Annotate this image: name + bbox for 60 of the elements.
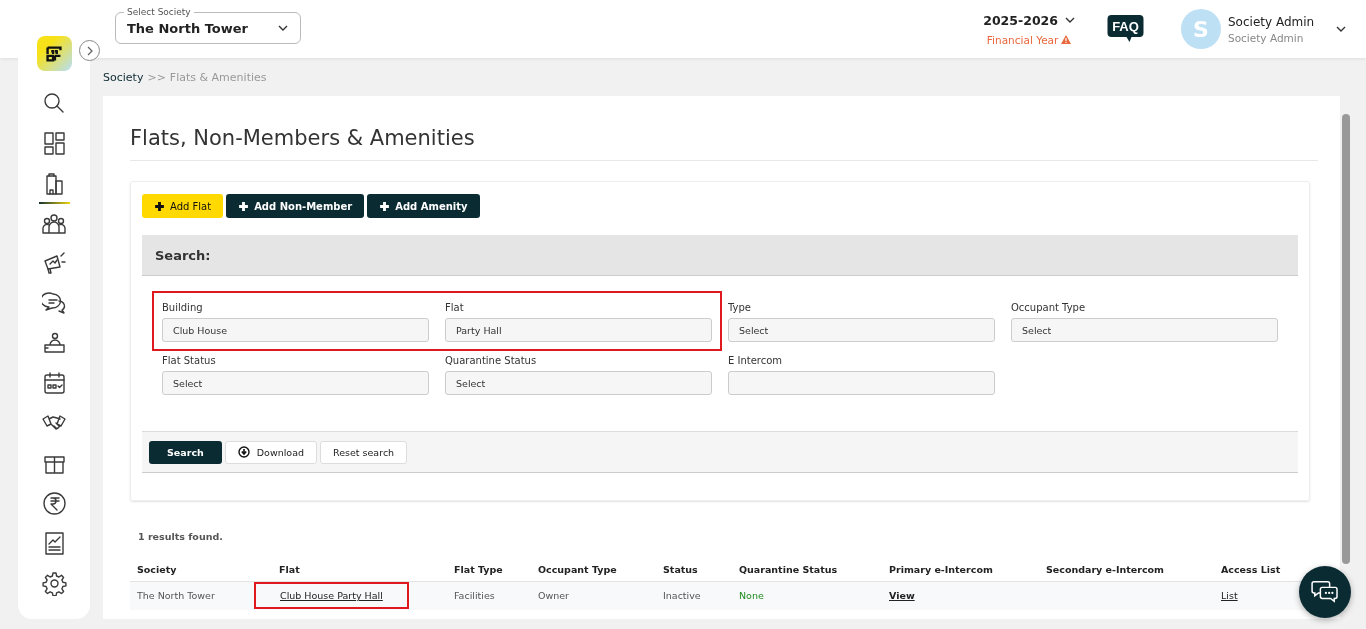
search-title: Search:: [155, 247, 211, 263]
table-cell: Inactive: [663, 590, 701, 602]
input-field[interactable]: [728, 371, 995, 395]
financial-year-label: Financial Year: [986, 33, 1059, 46]
plus-icon: [379, 200, 391, 212]
results-count: 1 results found.: [137, 530, 224, 544]
user-name: Society Admin: [1228, 14, 1316, 29]
table-cell: The North Tower: [137, 590, 215, 602]
field-label: Occupant Type: [1011, 302, 1087, 313]
column-header: Primary e-Intercom: [882, 564, 1039, 582]
column-header: Secondary e-Intercom: [1039, 564, 1214, 582]
user-role: Society Admin: [1228, 31, 1305, 44]
field-label: Select Society: [124, 6, 194, 18]
breadcrumb-text: Flats & Amenities: [169, 70, 267, 84]
input-field[interactable]: Select: [445, 371, 712, 395]
table-link[interactable]: List: [1221, 590, 1238, 602]
column-header: Occupant Type: [531, 564, 656, 582]
add-button[interactable]: Add Flat: [142, 194, 224, 218]
field-label: Flat Status: [162, 355, 217, 366]
download-icon: [237, 446, 250, 458]
field-label: Flat: [445, 302, 465, 313]
page-title: Flats, Non-Members & Amenities: [130, 96, 1318, 161]
select-value: The North Tower: [127, 20, 249, 36]
column-header: Quarantine Status: [732, 564, 882, 582]
table-link[interactable]: View: [889, 590, 915, 602]
plus-icon: [238, 200, 250, 212]
field-label: Type: [728, 302, 752, 313]
chevron-icon[interactable]: [1336, 26, 1346, 32]
download-button[interactable]: Download: [224, 440, 317, 464]
chat-icon: [1311, 580, 1339, 604]
column-header: Flat Type: [447, 564, 531, 582]
add-button[interactable]: Add Non-Member: [226, 194, 365, 218]
search-button[interactable]: Search: [149, 440, 222, 464]
warning-icon: [1061, 35, 1072, 44]
table-cell: Owner: [538, 590, 570, 602]
reset-button[interactable]: Reset search: [320, 440, 408, 464]
input-field[interactable]: Select: [728, 318, 995, 342]
input-field[interactable]: Select: [162, 371, 429, 395]
field-label: Building: [162, 302, 204, 313]
input-field[interactable]: Select: [1011, 318, 1278, 342]
add-button[interactable]: Add Amenity: [367, 194, 480, 218]
field-label: E Intercom: [728, 355, 784, 366]
input-field[interactable]: Club House: [162, 318, 429, 342]
table-cell: Facilities: [454, 590, 495, 602]
faq-icon[interactable]: FAQ: [1107, 15, 1144, 43]
app-logo[interactable]: [36, 36, 72, 71]
input-field[interactable]: Party Hall: [445, 318, 712, 342]
breadcrumb-text: >>: [147, 70, 166, 84]
table-cell: None: [739, 590, 764, 602]
table-link[interactable]: Club House Party Hall: [280, 590, 383, 602]
chevron-icon: [278, 25, 288, 31]
field-label: Quarantine Status: [445, 355, 538, 366]
year-select[interactable]: 2025-2026: [983, 12, 1075, 28]
chevron-icon: [1065, 17, 1075, 23]
breadcrumb-link[interactable]: Society: [103, 70, 144, 84]
column-header: Flat: [272, 564, 447, 582]
plus-icon: [154, 200, 165, 212]
user-avatar: S: [1181, 9, 1221, 49]
column-header: Society: [130, 564, 272, 582]
column-header: Status: [656, 564, 732, 582]
